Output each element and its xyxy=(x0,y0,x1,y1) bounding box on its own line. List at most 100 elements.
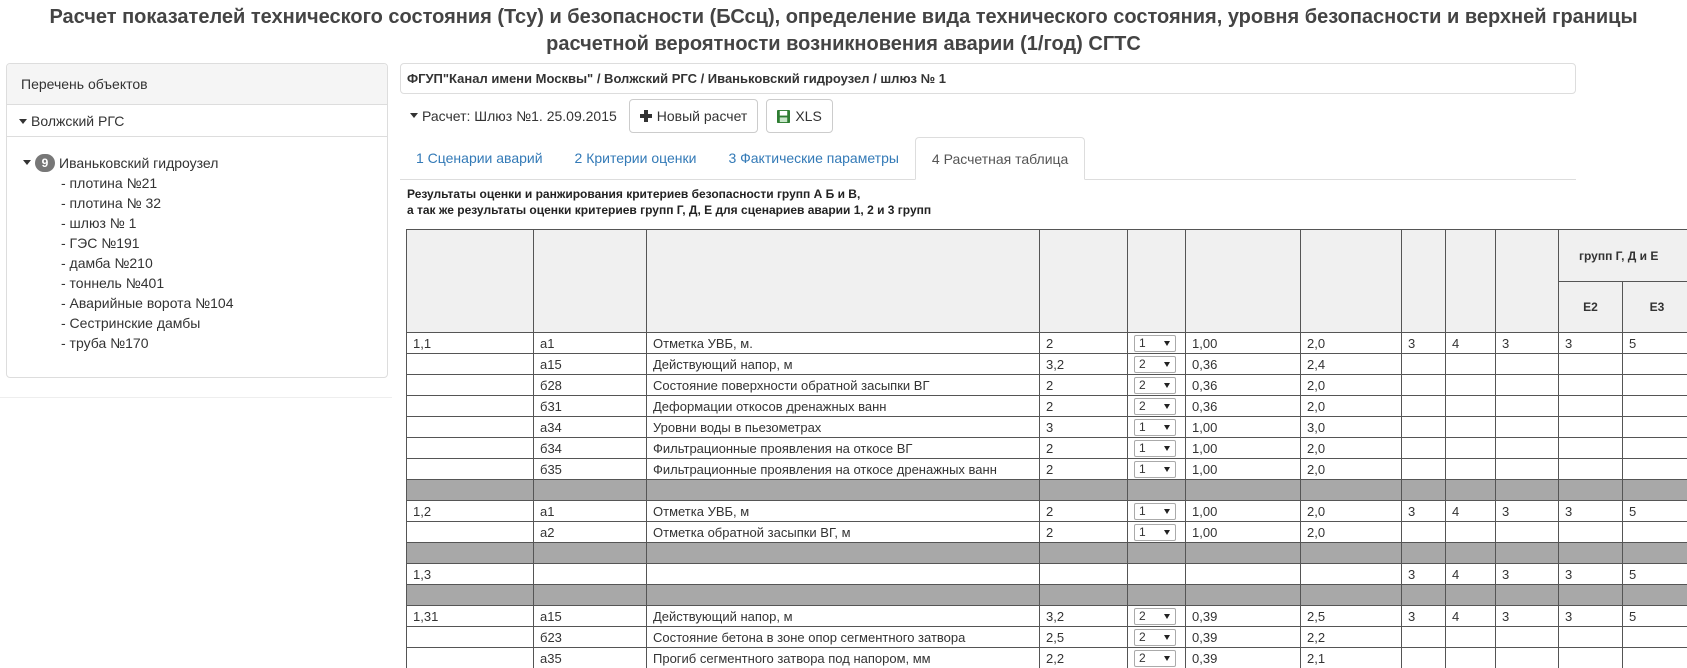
weight-select[interactable]: 2 xyxy=(1134,607,1176,625)
table-row: 1,1 а1 Отметка УВБ, м. 2 1 1,00 2,0 3 4 3 3 5 xyxy=(406,332,1687,354)
tree-item[interactable]: - дамба №210 xyxy=(61,253,387,273)
table-cell: 3,0 xyxy=(1300,416,1402,438)
table-cell: 3 xyxy=(1495,332,1559,354)
weight-select[interactable]: 2 xyxy=(1134,649,1176,667)
table-cell: 1,00 xyxy=(1185,416,1301,438)
table-cell xyxy=(1445,458,1496,480)
breadcrumb: ФГУП"Канал имени Москвы" / Волжский РГС … xyxy=(400,63,1576,94)
table-row: а2 Отметка обратной засыпки ВГ, м 2 1 1,00 2,… xyxy=(406,521,1687,543)
table-cell xyxy=(1558,626,1623,648)
table-cell: 1,00 xyxy=(1185,458,1301,480)
table-cell: 2,4 xyxy=(1300,353,1402,375)
weight-select[interactable]: 1 xyxy=(1134,334,1176,352)
table-cell: 2,0 xyxy=(1300,374,1402,396)
table-cell: 3 xyxy=(1558,332,1623,354)
separator-cell xyxy=(1185,584,1301,606)
separator-cell xyxy=(1621,542,1687,564)
floppy-disk-icon xyxy=(777,109,791,123)
sidebar-group-volzhsky[interactable]: Волжский РГС xyxy=(7,105,387,137)
separator-cell xyxy=(533,584,647,606)
weight-select[interactable]: 2 xyxy=(1134,397,1176,415)
table-cell: 3 xyxy=(1401,500,1446,522)
tree-item[interactable]: - шлюз № 1 xyxy=(61,213,387,233)
tree-item[interactable]: - тоннель №401 xyxy=(61,273,387,293)
table-cell: 0,36 xyxy=(1185,395,1301,417)
tabs: 1 Сценарии аварий 2 Критерии оценки 3 Фа… xyxy=(400,137,1576,180)
table-header-cell xyxy=(533,229,647,333)
table-cell: 2,1 xyxy=(1300,647,1402,668)
caret-down-icon xyxy=(19,118,27,124)
weight-select[interactable]: 1 xyxy=(1134,418,1176,436)
tree-item[interactable]: - плотина № 32 xyxy=(61,193,387,213)
table-cell xyxy=(1495,626,1559,648)
table-cell: 5 xyxy=(1621,332,1687,354)
separator-cell xyxy=(1300,479,1402,501)
table-cell: 3,2 xyxy=(1039,605,1128,627)
table-cell xyxy=(1185,563,1301,585)
count-badge: 9 xyxy=(35,154,55,172)
header-e3: Е3 xyxy=(1621,281,1687,333)
tree-root-label: Иваньковский гидроузел xyxy=(59,155,219,171)
table-cell: Деформации откосов дренажных ванн xyxy=(646,395,1040,417)
tab-actual-parameters[interactable]: 3 Фактические параметры xyxy=(712,137,914,179)
calc-dropdown[interactable]: Расчет: Шлюз №1. 25.09.2015 xyxy=(400,108,629,124)
weight-select[interactable]: 2 xyxy=(1134,355,1176,373)
weight-select[interactable]: 2 xyxy=(1134,376,1176,394)
table-cell xyxy=(406,395,534,417)
table-cell xyxy=(406,353,534,375)
table-cell xyxy=(1558,353,1623,375)
tree-item[interactable]: - Сестринские дамбы xyxy=(61,313,387,333)
objects-panel-header: Перечень объектов xyxy=(7,64,387,105)
table-header-cell xyxy=(1495,229,1559,333)
table-cell xyxy=(1495,374,1559,396)
table-cell: б23 xyxy=(533,626,647,648)
weight-select[interactable]: 1 xyxy=(1134,523,1176,541)
table-cell: 2 xyxy=(1039,395,1128,417)
xls-export-button[interactable]: XLS xyxy=(766,99,833,133)
table-cell xyxy=(1401,647,1446,668)
toolbar: Расчет: Шлюз №1. 25.09.2015 Новый расчет… xyxy=(400,99,841,133)
table-cell: 3 xyxy=(1401,605,1446,627)
table-cell: 2 xyxy=(1039,437,1128,459)
weight-select[interactable]: 1 xyxy=(1134,502,1176,520)
tree-item[interactable]: - плотина №21 xyxy=(61,173,387,193)
table-cell: 3 xyxy=(1401,563,1446,585)
table-cell xyxy=(406,374,534,396)
table-cell xyxy=(1621,437,1687,459)
tree-root-ivankovsky[interactable]: 9 Иваньковский гидроузел xyxy=(23,153,387,173)
table-cell: а2 xyxy=(533,521,647,543)
table-cell: Состояние бетона в зоне опор сегментного… xyxy=(646,626,1040,648)
results-table-body: 1,1 а1 Отметка УВБ, м. 2 1 1,00 2,0 3 4 3 3 5 а15 Дей… xyxy=(406,332,1687,668)
table-cell: 2 xyxy=(1039,458,1128,480)
objects-tree: 9 Иваньковский гидроузел - плотина №21- … xyxy=(7,137,387,353)
results-table-container: групп Г, Д и Е Е2 Е3 1,1 а1 Отметка УВБ, м… xyxy=(406,229,1687,668)
tree-item[interactable]: - ГЭС №191 xyxy=(61,233,387,253)
weight-select[interactable]: 1 xyxy=(1134,460,1176,478)
table-row: б35 Фильтрационные проявления на откосе д… xyxy=(406,458,1687,480)
table-cell xyxy=(406,626,534,648)
table-cell xyxy=(1300,563,1402,585)
table-cell: 1,00 xyxy=(1185,437,1301,459)
new-calc-button[interactable]: Новый расчет xyxy=(628,99,759,133)
table-cell xyxy=(1558,647,1623,668)
table-cell xyxy=(1445,395,1496,417)
table-cell: 2 xyxy=(1039,374,1128,396)
tab-calculation-table[interactable]: 4 Расчетная таблица xyxy=(914,137,1086,180)
table-cell xyxy=(1495,416,1559,438)
table-cell: Отметка УВБ, м. xyxy=(646,332,1040,354)
plus-icon xyxy=(639,110,652,122)
table-cell xyxy=(1401,416,1446,438)
page-title-line-2: расчетной вероятности возникновения авар… xyxy=(546,33,1141,55)
weight-select[interactable]: 1 xyxy=(1134,439,1176,457)
tab-accident-scenarios[interactable]: 1 Сценарии аварий xyxy=(400,137,559,179)
caret-down-icon xyxy=(23,159,31,165)
table-cell: 4 xyxy=(1445,605,1496,627)
tree-item[interactable]: - труба №170 xyxy=(61,333,387,353)
weight-select[interactable]: 2 xyxy=(1134,628,1176,646)
separator-cell xyxy=(1185,479,1301,501)
table-cell xyxy=(406,521,534,543)
tree-item[interactable]: - Аварийные ворота №104 xyxy=(61,293,387,313)
tab-evaluation-criteria[interactable]: 2 Критерии оценки xyxy=(559,137,713,179)
table-cell: 2 xyxy=(1039,521,1128,543)
table-cell: а1 xyxy=(533,332,647,354)
